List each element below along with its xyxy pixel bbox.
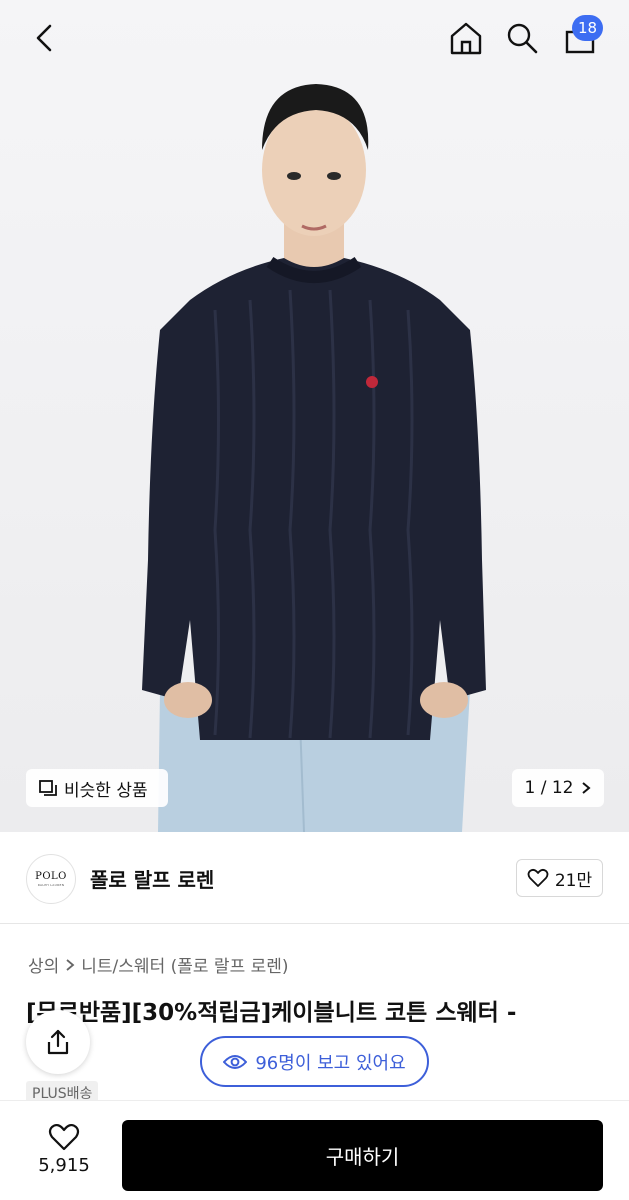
share-icon (47, 1029, 69, 1055)
product-photo (142, 84, 486, 832)
breadcrumb-subcategory[interactable]: 니트/스웨터 (폴로 랄프 로렌) (81, 952, 288, 977)
buy-button[interactable]: 구매하기 (122, 1120, 603, 1191)
product-image-gallery[interactable]: 18 비슷한 상품 1 / 12 (0, 0, 629, 832)
brand-like-button[interactable]: 21만 (516, 859, 603, 897)
wishlist-count: 5,915 (38, 1155, 90, 1176)
search-button[interactable] (500, 16, 544, 60)
pager-text: 1 / 12 (524, 778, 574, 798)
eye-icon (223, 1054, 248, 1069)
brand-logo[interactable]: POLO RALPH LAUREN (26, 854, 76, 904)
brand-logo-subtext: RALPH LAUREN (37, 883, 65, 887)
home-button[interactable] (444, 16, 488, 60)
heart-icon (527, 868, 549, 887)
wishlist-button[interactable]: 5,915 (24, 1123, 104, 1176)
heart-icon (48, 1123, 80, 1151)
cart-count-badge: 18 (572, 15, 604, 41)
viewers-count-pill: 96명이 보고 있어요 (200, 1036, 429, 1087)
copy-icon (39, 780, 57, 796)
similar-products-button[interactable]: 비슷한 상품 (26, 769, 168, 807)
chevron-right-icon (66, 958, 75, 971)
chevron-right-icon (582, 782, 592, 794)
bottom-action-bar: 5,915 구매하기 (0, 1100, 629, 1200)
brand-like-count: 21만 (554, 870, 593, 891)
top-navigation-bar: 18 (0, 0, 629, 78)
search-icon (507, 23, 538, 54)
product-title: [무료반품][30%적립금]케이블니트 코튼 스웨터 - (26, 1000, 517, 1026)
brand-row: POLO RALPH LAUREN 폴로 랄프 로렌 21만 (0, 832, 629, 924)
back-button[interactable] (22, 18, 68, 58)
share-button[interactable] (26, 1010, 90, 1074)
image-pager[interactable]: 1 / 12 (512, 769, 604, 807)
brand-name[interactable]: 폴로 랄프 로렌 (90, 864, 214, 893)
breadcrumb: 상의 니트/스웨터 (폴로 랄프 로렌) (28, 952, 289, 977)
back-arrow-icon (36, 24, 52, 52)
brand-logo-text: POLO (35, 871, 67, 882)
viewers-count-text: 96명이 보고 있어요 (255, 1052, 406, 1074)
home-icon (450, 22, 482, 55)
similar-products-label: 비슷한 상품 (64, 780, 148, 801)
breadcrumb-category[interactable]: 상의 (28, 952, 59, 977)
